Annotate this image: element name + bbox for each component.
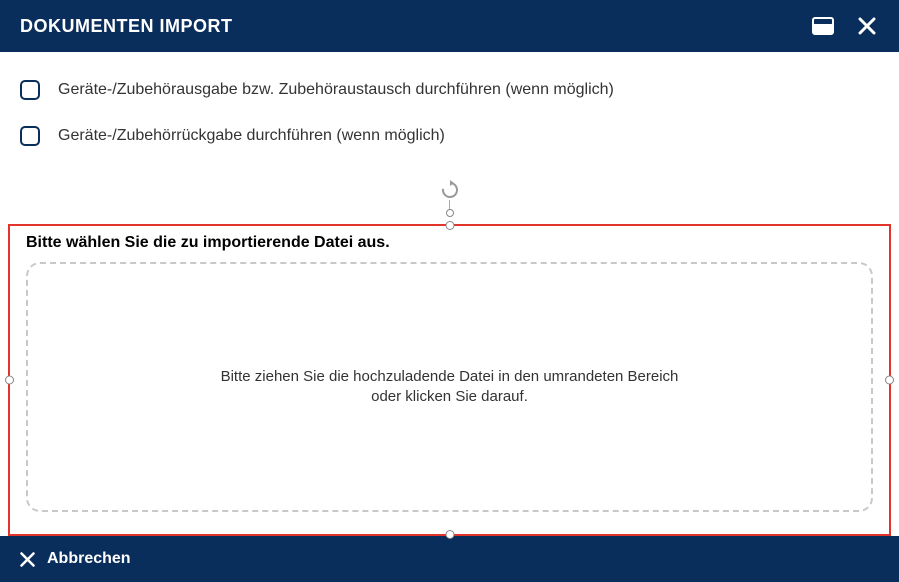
resize-handle-top[interactable] (445, 221, 454, 230)
dialog-header: DOKUMENTEN IMPORT (0, 0, 899, 52)
resize-handle-left[interactable] (5, 376, 14, 385)
import-panel: Bitte wählen Sie die zu importierende Da… (8, 224, 891, 536)
header-actions (811, 14, 879, 38)
resize-handle-bottom[interactable] (445, 530, 454, 539)
maximize-button[interactable] (811, 14, 835, 38)
cancel-button[interactable]: Abbrechen (20, 550, 131, 568)
dialog-content: Geräte-/Zubehörausgabe bzw. Zubehörausta… (0, 52, 899, 536)
connector-dot (446, 209, 454, 217)
checkbox-row: Geräte-/Zubehörausgabe bzw. Zubehörausta… (20, 80, 879, 100)
close-icon (858, 17, 876, 35)
close-icon (20, 552, 35, 567)
window-icon (812, 17, 834, 35)
checkbox-rueckgabe[interactable] (20, 126, 40, 146)
dropzone-text: Bitte ziehen Sie die hochzuladende Datei… (210, 367, 690, 408)
import-dialog: DOKUMENTEN IMPORT Geräte-/Zubehörausgabe… (0, 0, 899, 582)
dialog-footer: Abbrechen (0, 536, 899, 582)
file-dropzone[interactable]: Bitte ziehen Sie die hochzuladende Datei… (26, 262, 873, 512)
import-panel-title: Bitte wählen Sie die zu importierende Da… (26, 234, 873, 252)
checkbox-label: Geräte-/Zubehörausgabe bzw. Zubehörausta… (58, 81, 614, 99)
refresh-icon (440, 180, 460, 200)
cancel-label: Abbrechen (47, 550, 131, 568)
resize-handle-right[interactable] (885, 376, 894, 385)
checkbox-ausgabe[interactable] (20, 80, 40, 100)
connector (440, 180, 460, 217)
checkbox-row: Geräte-/Zubehörrückgabe durchführen (wen… (20, 126, 879, 146)
close-button[interactable] (855, 14, 879, 38)
dialog-title: DOKUMENTEN IMPORT (20, 16, 233, 37)
checkbox-label: Geräte-/Zubehörrückgabe durchführen (wen… (58, 127, 445, 145)
